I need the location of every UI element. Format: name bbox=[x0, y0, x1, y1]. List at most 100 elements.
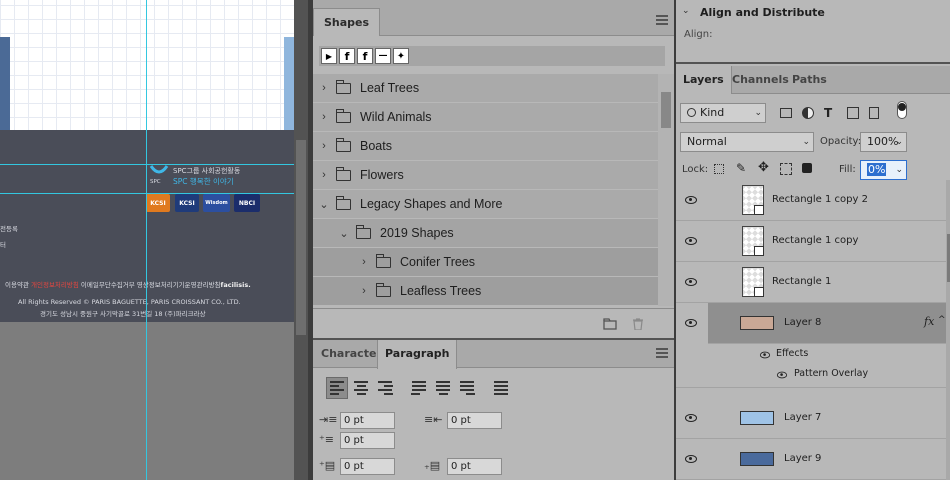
chevron-down-icon[interactable]: ⌄ bbox=[895, 161, 903, 179]
align-distribute-panel: ⌄ Align and Distribute Align: bbox=[676, 0, 950, 64]
visibility-eye-icon[interactable] bbox=[685, 237, 697, 245]
filter-type-icon[interactable]: T bbox=[824, 106, 832, 120]
layer-name: Rectangle 1 copy bbox=[772, 235, 859, 246]
align-center-button[interactable] bbox=[350, 377, 372, 399]
align-right-button[interactable] bbox=[374, 377, 396, 399]
figure-icon[interactable]: ✦ bbox=[393, 48, 409, 64]
canvas-vertical-scrollbar[interactable] bbox=[294, 0, 308, 480]
shape-group-label: Wild Animals bbox=[360, 110, 432, 124]
chevron-right-icon[interactable]: › bbox=[317, 169, 331, 181]
shape-group-flowers[interactable]: › Flowers bbox=[313, 161, 658, 189]
new-group-folder-icon[interactable] bbox=[603, 318, 617, 330]
fx-icon[interactable]: fx bbox=[924, 315, 934, 328]
pattern-overlay-row[interactable]: Pattern Overlay bbox=[676, 366, 946, 388]
collapse-effects-icon[interactable]: ^ bbox=[938, 315, 946, 325]
shape-group-conifer-trees[interactable]: › Conifer Trees bbox=[313, 248, 658, 276]
layer-row-rectangle-1[interactable]: Rectangle 1 bbox=[676, 262, 946, 303]
filter-pixel-icon[interactable] bbox=[780, 108, 792, 118]
canvas-left-fragment-2: 터 bbox=[0, 241, 6, 249]
visibility-eye-icon[interactable] bbox=[685, 319, 697, 327]
chevron-down-icon[interactable]: ⌄ bbox=[317, 198, 331, 211]
shape-group-wild-animals[interactable]: › Wild Animals bbox=[313, 103, 658, 131]
chevron-down-icon[interactable]: ⌄ bbox=[337, 227, 351, 240]
footer-link-terms: 이용약관 bbox=[5, 281, 29, 289]
tab-shapes[interactable]: Shapes bbox=[313, 8, 381, 36]
opacity-input[interactable]: 100% ⌄ bbox=[860, 132, 907, 152]
shape-group-legacy-shapes[interactable]: ⌄ Legacy Shapes and More bbox=[313, 190, 658, 218]
document-canvas[interactable]: SPC SPC그룹 사회공헌활동 SPC 행복한 이야기 KCSI KCSI W… bbox=[0, 0, 294, 480]
layers-scrollbar[interactable] bbox=[946, 180, 950, 480]
filter-smart-object-icon[interactable] bbox=[869, 107, 879, 119]
shape-group-leafless-trees[interactable]: › Leafless Trees bbox=[313, 277, 658, 305]
youtube-icon[interactable]: ▶ bbox=[321, 48, 337, 64]
layer-name: Layer 8 bbox=[784, 317, 822, 328]
layer-row-rectangle-1-copy[interactable]: Rectangle 1 copy bbox=[676, 221, 946, 262]
chevron-right-icon[interactable]: › bbox=[317, 82, 331, 94]
shapes-menu-icon[interactable] bbox=[656, 15, 668, 25]
justify-last-right-button[interactable] bbox=[456, 377, 478, 399]
spc-text-line1: SPC그룹 사회공헌활동 bbox=[173, 167, 241, 175]
cert-badge-3: Wisdom bbox=[203, 194, 230, 212]
tab-layers[interactable]: Layers bbox=[676, 66, 732, 94]
space-before-input[interactable]: 0 pt bbox=[340, 458, 395, 475]
layer-name: Layer 9 bbox=[784, 453, 822, 464]
guide-horizontal-1[interactable] bbox=[0, 164, 294, 165]
shapes-list-scrollbar[interactable] bbox=[658, 74, 674, 306]
photoshop-workspace: SPC SPC그룹 사회공헌활동 SPC 행복한 이야기 KCSI KCSI W… bbox=[0, 0, 950, 480]
shapes-scroll-thumb[interactable] bbox=[661, 92, 671, 128]
layer-row-layer-8[interactable]: Layer 8 fx ^ bbox=[708, 303, 946, 344]
justify-last-center-button[interactable] bbox=[432, 377, 454, 399]
shape-group-leaf-trees[interactable]: › Leaf Trees bbox=[313, 74, 658, 102]
filter-shape-icon[interactable] bbox=[847, 107, 859, 119]
tab-paragraph[interactable]: Paragraph bbox=[377, 340, 458, 369]
lock-all-icon[interactable] bbox=[802, 163, 812, 173]
filter-adjustment-icon[interactable] bbox=[802, 107, 814, 119]
justify-all-button[interactable] bbox=[490, 377, 512, 399]
chevron-right-icon[interactable]: › bbox=[357, 256, 371, 268]
indent-left-input[interactable]: 0 pt bbox=[340, 412, 395, 429]
fill-input[interactable]: 0% ⌄ bbox=[860, 160, 907, 180]
layer-row-rectangle-1-copy-2[interactable]: Rectangle 1 copy 2 bbox=[676, 180, 946, 221]
filter-toggle[interactable] bbox=[897, 101, 907, 119]
space-after-input[interactable]: 0 pt bbox=[447, 458, 502, 475]
line-icon[interactable]: — bbox=[375, 48, 391, 64]
layer-row-layer-9[interactable]: Layer 9 bbox=[676, 439, 946, 480]
chevron-right-icon[interactable]: › bbox=[317, 111, 331, 123]
lock-transparent-icon[interactable] bbox=[714, 164, 724, 174]
space-after-icon: ₊▤ bbox=[424, 459, 441, 472]
blend-mode-dropdown[interactable]: Normal ⌄ bbox=[680, 132, 814, 152]
canvas-left-fragment-1: 전등록 bbox=[0, 225, 18, 233]
paragraph-menu-icon[interactable] bbox=[656, 348, 668, 358]
filter-kind-dropdown[interactable]: Kind ⌄ bbox=[680, 103, 766, 123]
shape-group-boats[interactable]: › Boats bbox=[313, 132, 658, 160]
visibility-eye-icon[interactable] bbox=[685, 278, 697, 286]
chevron-right-icon[interactable]: › bbox=[317, 140, 331, 152]
lock-move-icon[interactable]: ✥ bbox=[758, 160, 769, 175]
visibility-eye-icon[interactable] bbox=[685, 414, 697, 422]
guide-vertical[interactable] bbox=[146, 0, 147, 480]
lock-artboard-icon[interactable] bbox=[780, 163, 792, 175]
indent-first-line-input[interactable]: 0 pt bbox=[340, 432, 395, 449]
layers-panel-tabs: Layers Channels Paths bbox=[676, 66, 950, 94]
effects-row[interactable]: Effects bbox=[676, 346, 946, 365]
facebook-square-icon[interactable]: f bbox=[357, 48, 373, 64]
trash-icon[interactable] bbox=[631, 318, 645, 330]
guide-horizontal-2[interactable] bbox=[0, 193, 294, 194]
visibility-eye-icon[interactable] bbox=[776, 371, 788, 379]
canvas-scroll-thumb[interactable] bbox=[296, 140, 306, 335]
justify-last-left-button[interactable] bbox=[408, 377, 430, 399]
lock-brush-icon[interactable]: ✎ bbox=[736, 161, 746, 175]
visibility-eye-icon[interactable] bbox=[685, 196, 697, 204]
chevron-right-icon[interactable]: › bbox=[357, 285, 371, 297]
shape-group-2019-shapes[interactable]: ⌄ 2019 Shapes bbox=[313, 219, 658, 247]
align-panel-title: Align and Distribute bbox=[700, 6, 825, 19]
indent-right-input[interactable]: 0 pt bbox=[447, 412, 502, 429]
visibility-eye-icon[interactable] bbox=[685, 455, 697, 463]
align-left-button[interactable] bbox=[326, 377, 348, 399]
tab-paths[interactable]: Paths bbox=[785, 66, 834, 94]
layer-row-layer-7[interactable]: Layer 7 bbox=[676, 398, 946, 439]
facebook-icon[interactable]: f bbox=[339, 48, 355, 64]
visibility-eye-icon[interactable] bbox=[759, 351, 771, 359]
collapse-chevron-icon[interactable]: ⌄ bbox=[682, 6, 690, 16]
chevron-down-icon[interactable]: ⌄ bbox=[895, 133, 903, 151]
